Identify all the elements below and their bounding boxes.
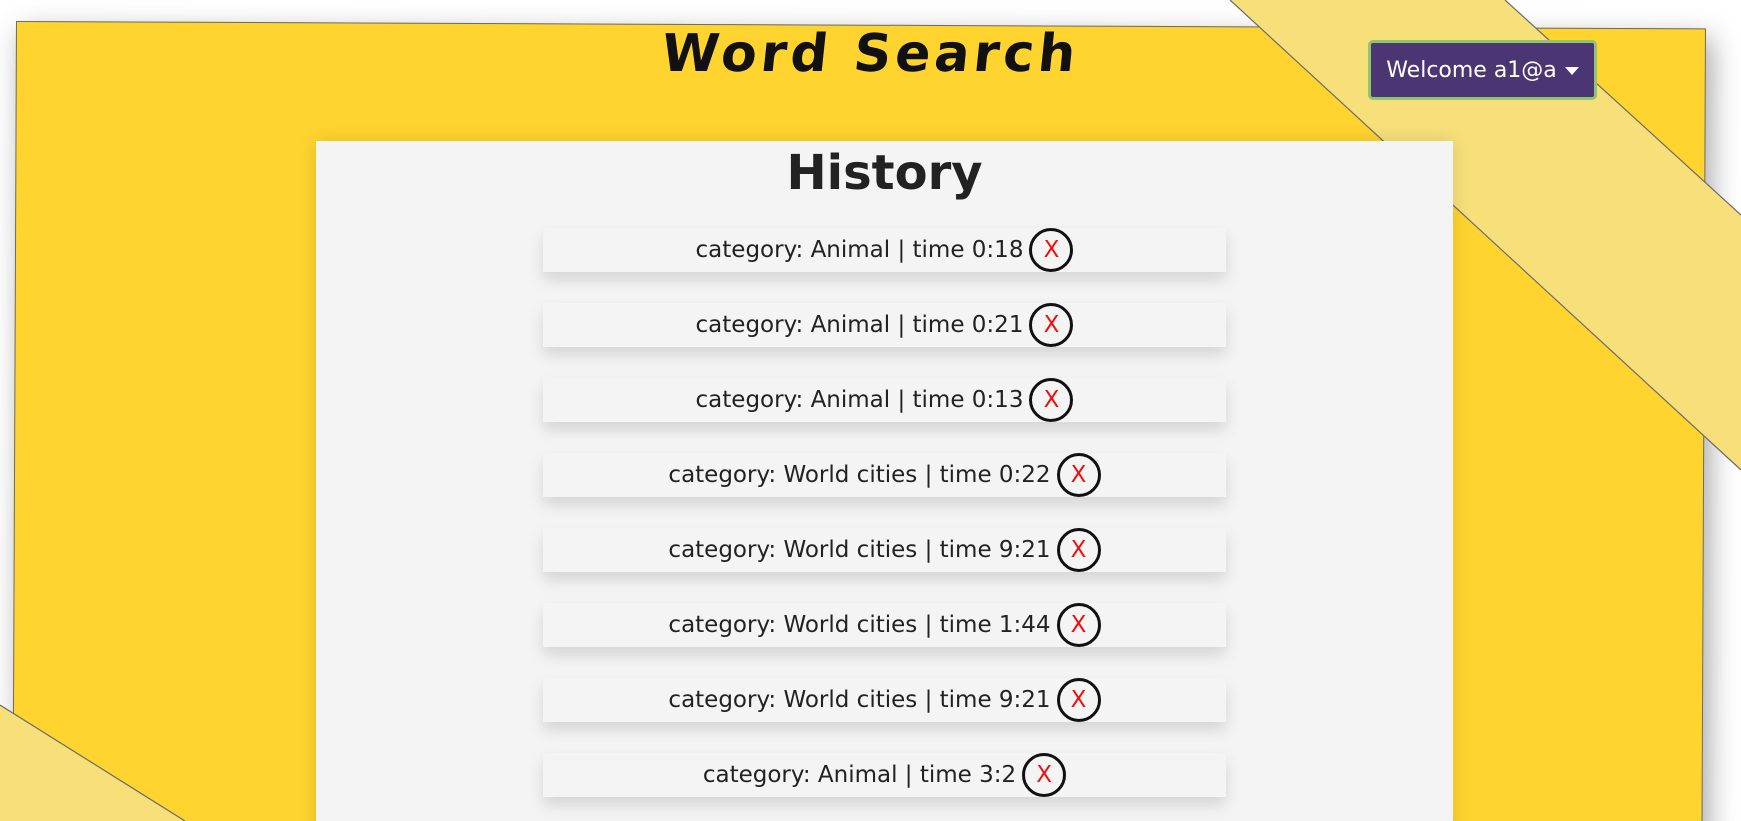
delete-button[interactable]: X (1029, 228, 1074, 272)
delete-button[interactable]: X (1056, 603, 1101, 647)
history-item-text: category: World cities | time 0:22 (668, 462, 1051, 488)
history-item-text: category: Animal | time 3:2 (702, 762, 1017, 788)
delete-button[interactable]: X (1056, 453, 1101, 497)
history-item-text: category: Animal | time 0:21 (695, 312, 1024, 338)
history-item: category: Animal | time 3:2 X (543, 753, 1226, 797)
history-item-text: category: World cities | time 9:21 (668, 687, 1051, 713)
history-item: category: World cities | time 9:21 X (543, 528, 1226, 572)
user-menu-button[interactable]: Welcome a1@a (1368, 40, 1597, 100)
history-item-text: category: Animal | time 0:18 (695, 237, 1024, 263)
delete-button[interactable]: X (1022, 753, 1067, 797)
history-item-text: category: World cities | time 9:21 (668, 537, 1051, 563)
delete-button[interactable]: X (1056, 528, 1101, 572)
history-list: category: Animal | time 0:18 X category:… (543, 228, 1226, 821)
history-item-text: category: World cities | time 1:44 (668, 612, 1051, 638)
history-item: category: World cities | time 9:21 X (543, 678, 1226, 722)
delete-button[interactable]: X (1029, 303, 1074, 347)
delete-button[interactable]: X (1029, 378, 1074, 422)
history-item: category: World cities | time 0:22 X (543, 453, 1226, 497)
history-item-text: category: Animal | time 0:13 (695, 387, 1024, 413)
user-menu-label: Welcome a1@a (1386, 57, 1557, 83)
history-item: category: Animal | time 0:21 X (543, 303, 1226, 347)
history-panel: History category: Animal | time 0:18 X c… (316, 141, 1453, 821)
history-item: category: World cities | time 1:44 X (543, 603, 1226, 647)
history-item: category: Animal | time 0:13 X (543, 378, 1226, 422)
caret-down-icon (1564, 67, 1579, 75)
history-item: category: Animal | time 0:18 X (543, 228, 1226, 272)
delete-button[interactable]: X (1056, 678, 1101, 722)
page: Word Search Welcome a1@a History categor… (0, 0, 1741, 821)
history-title: History (786, 145, 983, 201)
